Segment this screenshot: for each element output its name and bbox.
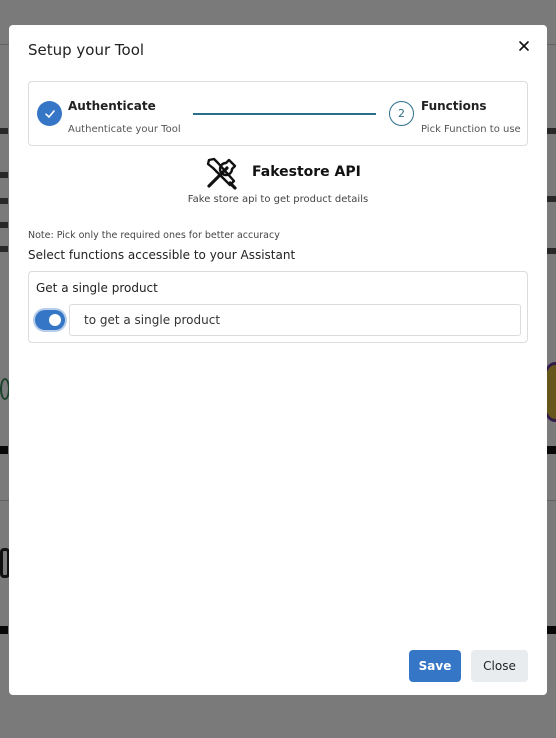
functions-section-label: Select functions accessible to your Assi… [28,248,296,262]
step-connector [193,113,376,115]
function-card: Get a single product to get a single pro… [28,271,528,343]
function-name: Get a single product [36,281,158,295]
function-toggle[interactable] [35,310,65,330]
toggle-knob [49,314,61,326]
close-button[interactable]: Close [471,650,528,682]
step-functions-number: 2 [389,101,414,126]
tool-description: Fake store api to get product details [187,194,369,205]
tool-name: Fakestore API [252,164,361,180]
step-authenticate-subtitle: Authenticate your Tool [68,124,181,135]
save-button[interactable]: Save [409,650,461,682]
accuracy-note: Note: Pick only the required ones for be… [28,230,280,241]
wrench-screwdriver-icon [204,155,240,191]
step-functions-subtitle: Pick Function to use [421,124,521,135]
close-icon[interactable] [515,37,533,55]
setup-tool-modal: Setup your Tool Authenticate Authenticat… [9,25,547,695]
step-authenticate-title: Authenticate [68,99,156,113]
step-functions-title: Functions [421,99,487,113]
modal-title: Setup your Tool [28,41,145,59]
function-description: to get a single product [69,304,521,336]
check-icon [37,101,62,126]
stepper: Authenticate Authenticate your Tool 2 Fu… [28,81,528,146]
